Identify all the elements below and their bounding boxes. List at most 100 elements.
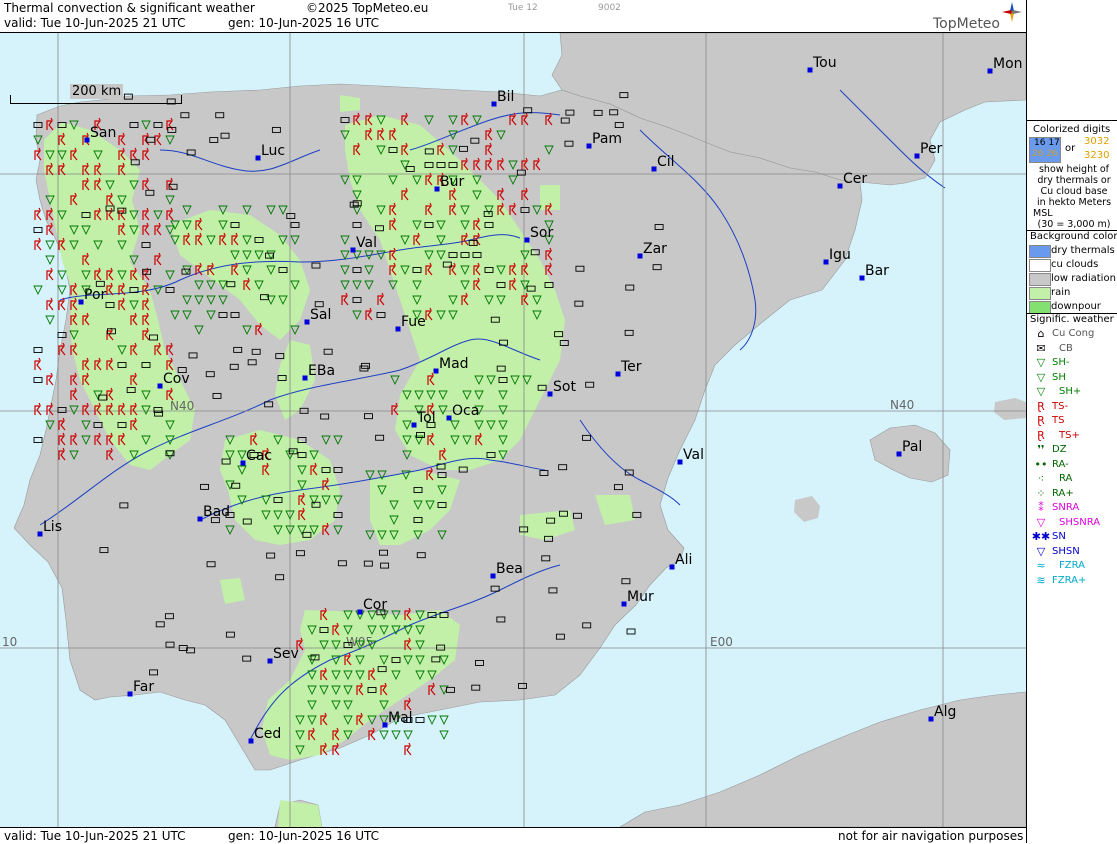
footer-valid-time: valid: Tue 10-Jun-2025 21 UTC — [4, 829, 186, 843]
legend-bg-label: cu clouds — [1051, 259, 1099, 270]
legend-background-colors: Background color dry thermals cu clouds lo… — [1027, 230, 1117, 314]
legend-colorized-title: Colorized digits — [1033, 124, 1111, 135]
city-fue: Fue — [395, 314, 426, 332]
legend-sigwx-row: •• RA- — [1027, 458, 1117, 472]
city-label: Mal — [388, 710, 413, 726]
city-eba: EBa — [302, 363, 335, 381]
legend-sigwx-row: Ɽ TS+ — [1027, 429, 1117, 443]
city-label: Cov — [163, 371, 190, 387]
legend-background-title: Background color — [1030, 231, 1117, 242]
generated-time: gen: 10-Jun-2025 16 UTC — [228, 16, 380, 30]
city-label: Val — [356, 235, 377, 251]
compass-logo-icon — [1002, 2, 1022, 22]
legend-colorized-desc: show height of dry thermals or Cu cloud … — [1031, 164, 1117, 230]
city-label: Ced — [254, 726, 281, 742]
legend-wx-symbol-icon: ▽ — [1036, 515, 1046, 529]
city-bad: Bad — [197, 504, 230, 522]
city-marker-icon — [197, 516, 203, 522]
legend-sigwx-row: ≋ FZRA+ — [1027, 574, 1117, 588]
city-label: Bil — [497, 89, 514, 105]
city-label: Bar — [865, 263, 889, 279]
legend-sigwx-row: ⁖ RA — [1027, 472, 1117, 486]
legend-bg-label: low radiation — [1051, 273, 1116, 284]
city-marker-icon — [615, 371, 621, 377]
city-label: Cac — [246, 448, 272, 464]
legend-bg-row: low radiation — [1027, 272, 1117, 286]
city-marker-icon — [669, 564, 675, 570]
city-label: Cor — [363, 597, 387, 613]
city-label: Tou — [812, 55, 837, 71]
legend-swatch — [1029, 273, 1051, 286]
legend-wx-symbol-icon: •• — [1034, 457, 1048, 471]
legend-sigwx-row: ⁘ RA+ — [1027, 487, 1117, 501]
city-label: Lis — [43, 519, 62, 535]
legend-bg-label: downpour — [1051, 301, 1101, 312]
grid-label-n40-west: N40 — [170, 399, 194, 413]
city-label: Fue — [401, 314, 426, 330]
city-label: Ali — [675, 552, 692, 568]
city-sev: Sev — [267, 646, 299, 664]
city-label: Sor — [530, 225, 553, 241]
legend-wx-symbol-icon: ▽ — [1036, 356, 1046, 369]
grid-label-w10: 10 — [2, 635, 17, 649]
legend-wx-label: FZRA+ — [1052, 574, 1087, 586]
city-marker-icon — [411, 422, 417, 428]
legend-sample-dry-digits: 16 17 — [1034, 138, 1060, 148]
legend-wx-symbol-icon: Ɽ — [1037, 428, 1045, 442]
footer-disclaimer: not for air navigation purposes — [838, 829, 1024, 843]
day-label: Tue 12 — [508, 3, 538, 13]
legend-wx-label: SH- — [1052, 357, 1070, 368]
weather-map[interactable]: N40 N40 W05 E00 10 San Bil Tou Mon Pam Luc Cil… — [0, 33, 1026, 827]
city-marker-icon — [651, 166, 657, 172]
legend-bg-row: downpour — [1027, 300, 1117, 314]
city-label: Por — [84, 287, 107, 303]
city-marker-icon — [547, 391, 553, 397]
map-footer: valid: Tue 10-Jun-2025 21 UTC gen: 10-Ju… — [0, 827, 1026, 844]
legend-wx-label: TS- — [1052, 400, 1069, 412]
city-marker-icon — [434, 186, 440, 192]
legend-sigwx-row: ▽ SHSN — [1027, 545, 1117, 559]
city-marker-icon — [491, 101, 497, 107]
legend-desc-line: dry thermals or — [1037, 175, 1111, 186]
city-mad: Mad — [433, 356, 469, 374]
legend-sigwx-row: Ɽ TS — [1027, 414, 1117, 428]
legend-sigwx-row: ❜❜ DZ — [1027, 443, 1117, 457]
city-label: Sot — [553, 379, 576, 395]
legend-wx-symbol-icon: ✉ — [1036, 341, 1046, 355]
footer-generated-time: gen: 10-Jun-2025 16 UTC — [228, 829, 380, 843]
city-marker-icon — [859, 275, 865, 281]
legend-bg-row: rain — [1027, 286, 1117, 300]
city-label: Ter — [620, 359, 642, 375]
city-marker-icon — [896, 451, 902, 457]
city-label: San — [90, 125, 116, 141]
city-marker-icon — [127, 691, 133, 697]
distance-scale-label: 200 km — [70, 84, 124, 99]
city-marker-icon — [255, 155, 261, 161]
city-cov: Cov — [157, 371, 190, 389]
legend-wx-label: Cu Cong — [1052, 328, 1095, 339]
legend-desc-line: show height of — [1038, 164, 1110, 175]
city-label: Val — [683, 447, 704, 463]
legend-sample-cu-digits: 3032 — [1084, 136, 1110, 147]
legend-sample-cu-digits-2: 3230 — [1084, 150, 1110, 161]
legend-bg-row: cu clouds — [1027, 258, 1117, 272]
city-label: Per — [920, 141, 943, 157]
valid-time: valid: Tue 10-Jun-2025 21 UTC — [4, 16, 186, 30]
city-label: EBa — [308, 363, 335, 379]
legend-desc-line: MSL — [1033, 208, 1053, 219]
legend-sigwx-row: ⁑ SNRA — [1027, 501, 1117, 515]
legend-bg-label: dry thermals — [1051, 245, 1115, 256]
city-marker-icon — [240, 460, 246, 466]
legend-wx-symbol-icon: ▽ — [1036, 544, 1046, 558]
city-label: Pal — [902, 439, 922, 455]
city-label: Zar — [643, 241, 667, 257]
legend-panel: Colorized digits 16 17 26 26 or 3032 323… — [1026, 0, 1117, 843]
legend-wx-label: SH — [1052, 371, 1066, 383]
city-san: San — [84, 125, 116, 143]
city-marker-icon — [987, 68, 993, 74]
legend-sigwx-row: ▽ SH- — [1027, 356, 1117, 370]
legend-wx-symbol-icon: ▽ — [1036, 370, 1046, 384]
city-ced: Ced — [248, 726, 281, 744]
legend-sigwx-title: Signific. weather — [1030, 314, 1114, 325]
copyright: ©2025 TopMeteo.eu — [306, 1, 429, 15]
